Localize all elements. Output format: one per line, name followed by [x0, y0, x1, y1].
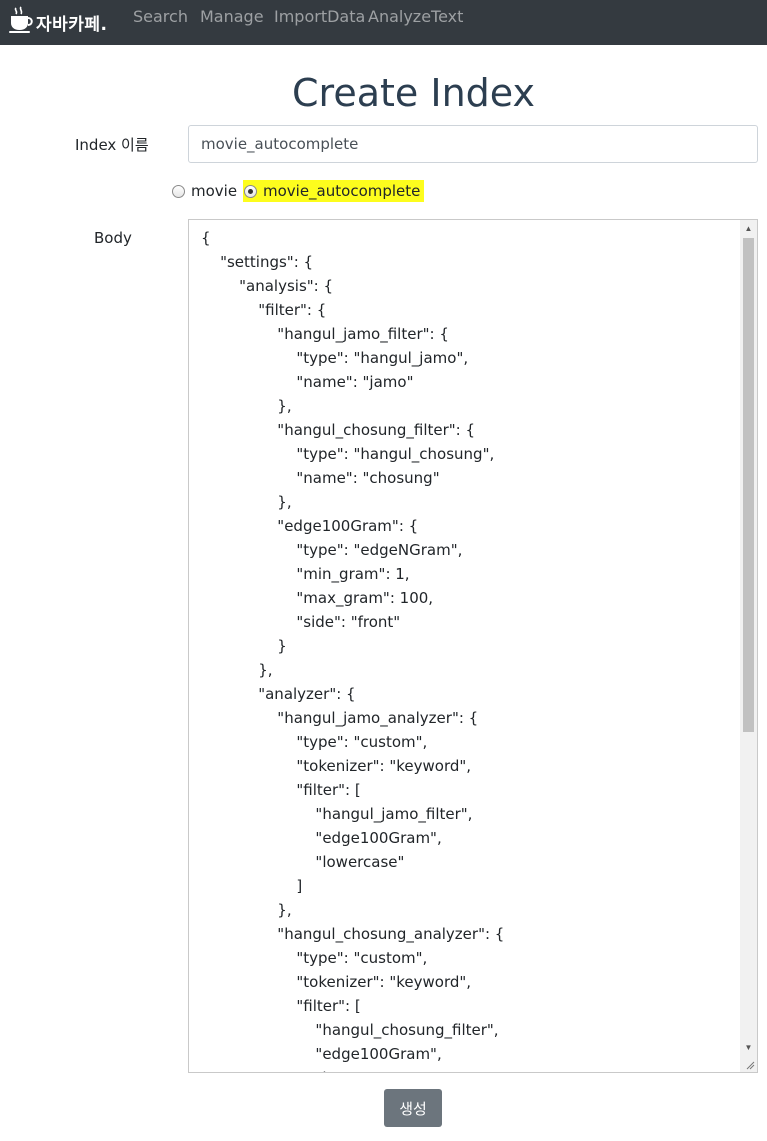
code-line: "type": "hangul_chosung",: [201, 445, 495, 463]
nav-link-importdata[interactable]: ImportData: [274, 7, 365, 26]
scroll-down-arrow-icon[interactable]: ▼: [740, 1039, 757, 1056]
code-line: "hangul_chosung_filter": {: [201, 421, 476, 439]
code-line: "max_gram": 100,: [201, 589, 434, 607]
create-button[interactable]: 생성: [384, 1089, 442, 1127]
code-line: "name": "jamo": [201, 373, 414, 391]
code-line: "tokenizer": "keyword",: [201, 757, 472, 775]
code-line: "hangul_chosung_filter",: [201, 1021, 499, 1039]
code-line: "type": "custom",: [201, 733, 428, 751]
body-textarea[interactable]: { "settings": { "analysis": { "filter": …: [188, 219, 758, 1073]
radio-label: movie_autocomplete: [263, 182, 421, 200]
code-line: "type": "custom",: [201, 949, 428, 967]
code-line: "filter": {: [201, 301, 327, 319]
code-line: "side": "front": [201, 613, 401, 631]
code-line: "edge100Gram",: [201, 1045, 442, 1063]
code-line: "filter": [: [201, 781, 361, 799]
code-line: },: [201, 901, 292, 919]
radio-option-movie-autocomplete[interactable]: movie_autocomplete: [243, 180, 425, 202]
index-name-input[interactable]: [188, 125, 758, 163]
page-title: Create Index: [292, 71, 535, 115]
code-line: "lowercase": [201, 1066, 504, 1072]
code-line: "hangul_jamo_filter": {: [201, 325, 449, 343]
code-line: "tokenizer": "keyword",: [201, 973, 472, 991]
code-line: },: [201, 397, 292, 415]
radio-button[interactable]: [172, 184, 185, 198]
code-line: "edge100Gram": {: [201, 517, 419, 535]
radio-label: movie: [191, 182, 238, 200]
body-label: Body: [94, 229, 132, 247]
code-line: "settings": {: [201, 253, 314, 271]
coffee-cup-icon: [9, 6, 33, 33]
code-line: "hangul_jamo_analyzer": {: [201, 709, 479, 727]
scroll-thumb[interactable]: [743, 238, 754, 732]
code-line: "filter": [: [201, 997, 361, 1015]
brand-name: 자바카페.: [36, 14, 108, 35]
nav-link-search[interactable]: Search: [133, 7, 188, 26]
code-line: {: [201, 229, 211, 247]
code-line: ]: [201, 877, 303, 895]
code-line: "edge100Gram",: [201, 829, 442, 847]
code-line: }: [201, 637, 287, 655]
resize-grip-icon[interactable]: [745, 1060, 755, 1070]
scroll-up-arrow-icon[interactable]: ▲: [740, 220, 757, 237]
index-name-label: Index 이름: [75, 136, 149, 154]
code-line: "type": "hangul_jamo",: [201, 349, 469, 367]
code-line: "hangul_chosung_analyzer": {: [201, 925, 505, 943]
radio-button-selected[interactable]: [244, 184, 257, 198]
code-line: "min_gram": 1,: [201, 565, 410, 583]
navbar: 자바카페. Search Manage ImportData AnalyzeTe…: [0, 0, 767, 45]
brand[interactable]: 자바카페.: [8, 6, 108, 35]
code-line: "name": "chosung": [201, 469, 440, 487]
code-line: },: [201, 493, 292, 511]
radio-option-movie[interactable]: movie: [172, 180, 237, 202]
nav-link-analyzetext[interactable]: AnalyzeText: [368, 7, 463, 26]
scrollbar[interactable]: ▲ ▼: [740, 220, 757, 1072]
code-line: },: [201, 661, 273, 679]
body-code: { "settings": { "analysis": { "filter": …: [201, 226, 505, 1072]
code-line: "analysis": {: [201, 277, 334, 295]
nav-link-manage[interactable]: Manage: [200, 7, 264, 26]
code-line: "analyzer": {: [201, 685, 356, 703]
code-line: "hangul_jamo_filter",: [201, 805, 473, 823]
code-line: "type": "edgeNGram",: [201, 541, 463, 559]
code-line: "lowercase": [201, 853, 405, 871]
